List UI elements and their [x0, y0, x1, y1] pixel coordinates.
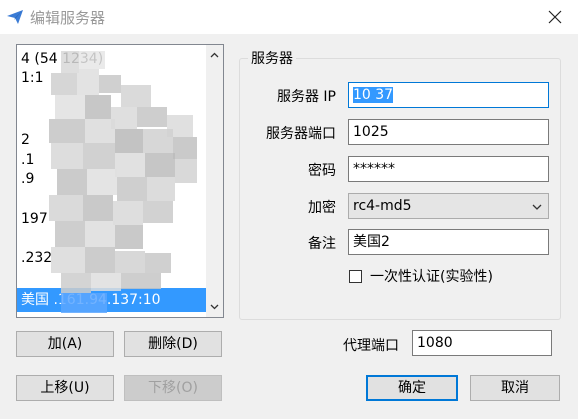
chevron-down-icon — [532, 204, 542, 210]
chevron-down-icon — [210, 304, 219, 310]
password-input[interactable]: ****** — [348, 156, 549, 182]
close-icon — [548, 10, 562, 24]
encryption-select[interactable]: rc4-md5 — [348, 193, 549, 219]
window-title: 编辑服务器 — [30, 9, 106, 27]
title-bar: 编辑服务器 — [0, 0, 578, 34]
server-group-title: 服务器 — [248, 48, 296, 68]
add-button[interactable]: 加(A) — [16, 331, 114, 357]
server-list[interactable]: 4 (54 1234) 1:1 2 .1 .9 197 .232 美国 .161… — [16, 44, 224, 318]
password-label: 密码 — [308, 163, 336, 179]
move-up-button[interactable]: 上移(U) — [16, 375, 114, 401]
encryption-value: rc4-md5 — [353, 198, 412, 214]
move-down-button[interactable]: 下移(O) — [124, 375, 222, 401]
server-ip-value: 10 37 — [353, 87, 394, 103]
ok-button[interactable]: 确定 — [366, 375, 458, 401]
server-list-items: 4 (54 1234) 1:1 2 .1 .9 197 .232 美国 .161… — [17, 45, 207, 317]
proxy-port-label: 代理端口 — [343, 338, 399, 354]
remarks-label: 备注 — [308, 236, 336, 252]
proxy-port-input[interactable]: 1080 — [412, 330, 552, 356]
onetime-auth-checkbox[interactable] — [349, 269, 362, 283]
onetime-auth-label: 一次性认证(实验性) — [370, 269, 493, 285]
server-port-label: 服务器端口 — [266, 126, 336, 142]
server-ip-input[interactable]: 10 37 — [348, 82, 549, 108]
encryption-label: 加密 — [308, 200, 336, 216]
list-scrollbar[interactable] — [206, 45, 223, 317]
chevron-up-icon — [210, 52, 219, 58]
server-ip-label: 服务器 IP — [276, 89, 336, 105]
delete-button[interactable]: 删除(D) — [124, 331, 222, 357]
server-port-input[interactable]: 1025 — [348, 119, 549, 145]
scroll-up-button[interactable] — [206, 47, 223, 64]
remarks-input[interactable]: 美国2 — [348, 229, 549, 255]
onetime-auth-row[interactable]: 一次性认证(实验性) — [349, 267, 493, 285]
list-item[interactable] — [17, 85, 207, 109]
scroll-down-button[interactable] — [206, 298, 223, 315]
cancel-button[interactable]: 取消 — [470, 375, 560, 401]
close-button[interactable] — [532, 0, 578, 34]
list-item-selected[interactable]: 美国 .161.94.137:10 — [17, 288, 207, 312]
paper-plane-icon — [7, 10, 23, 24]
